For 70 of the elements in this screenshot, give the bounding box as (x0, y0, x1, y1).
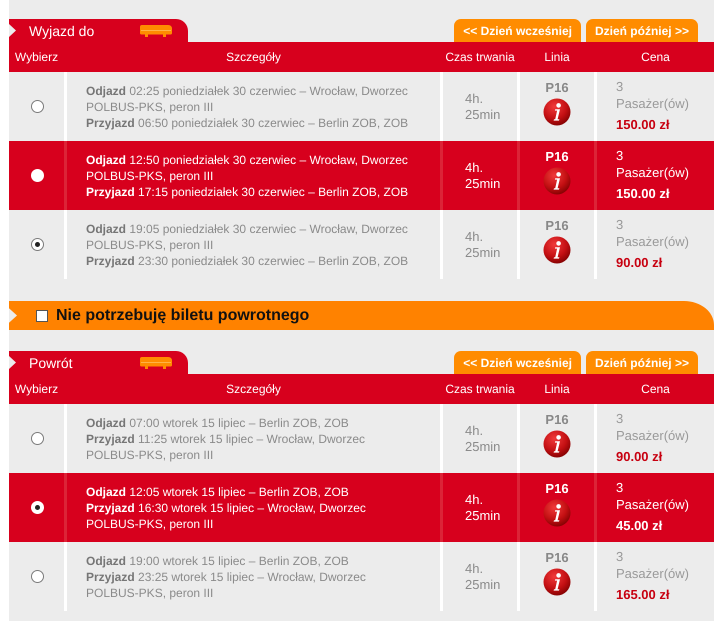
line-code: P16 (545, 412, 569, 427)
section-title: Wyjazd do (29, 22, 96, 38)
arrival-text: Przyjazd 23:30 poniedziałek 30 czerwiec – Berlin ZOB, ZOB (86, 252, 410, 268)
passenger-label: Pasażer(ów) (616, 95, 689, 112)
duration-text: 4h. 25min (465, 422, 502, 454)
duration-text: 4h. 25min (465, 228, 502, 260)
passenger-label: Pasażer(ów) (616, 565, 689, 582)
trip-row[interactable]: Odjazd 12:50 poniedziałek 30 czerwiec – Wrocław, Dworzec POLBUS-PKS, peron III Przyjazd 17:15 poniedziałek 30 czerwiec – Berlin ZOB, ZOB 4h. 25min P16 3 Pasażer(ów) 150.00 zł (9, 141, 714, 210)
bus-icon (140, 356, 172, 368)
line-code: P16 (545, 218, 569, 233)
duration-text: 4h. 25min (465, 560, 502, 592)
price-text: 90.00 zł (616, 255, 662, 270)
duration-text: 4h. 25min (465, 492, 502, 524)
duration-text: 4h. 25min (465, 160, 502, 192)
info-icon[interactable] (543, 430, 571, 458)
price-text: 150.00 zł (616, 117, 670, 132)
trip-row[interactable]: Odjazd 12:05 wtorek 15 lipiec – Berlin ZOB, ZOB Przyjazd 16:30 wtorek 15 lipiec – Wrocław, Dworzec POLBUS-PKS, peron III 4h. 25min P16 3 Pasażer(ów) 45.00 zł (9, 473, 714, 542)
price-text: 90.00 zł (616, 449, 662, 464)
departure-text: Odjazd 12:05 wtorek 15 lipiec – Berlin ZOB, ZOB (86, 484, 350, 500)
radio-button[interactable] (31, 238, 44, 251)
passenger-count: 3 (616, 147, 624, 164)
arrival-text: Przyjazd 16:30 wtorek 15 lipiec – Wrocław, Dworzec POLBUS-PKS, peron III (86, 500, 367, 532)
passenger-label: Pasażer(ów) (616, 164, 689, 181)
arrival-text: Przyjazd 06:50 poniedziałek 30 czerwiec – Berlin ZOB, ZOB (86, 114, 410, 130)
arrival-text: Przyjazd 23:25 wtorek 15 lipiec – Wrocław, Dworzec POLBUS-PKS, peron III (86, 568, 367, 600)
departure-text: Odjazd 19:00 wtorek 15 lipiec – Berlin ZOB, ZOB (86, 552, 350, 568)
checkbox[interactable] (36, 310, 48, 322)
column-header: Wybierz (14, 50, 58, 64)
line-code: P16 (545, 80, 569, 95)
column-header: Cena (641, 50, 670, 64)
column-header: Linia (544, 382, 570, 396)
info-icon[interactable] (543, 236, 571, 264)
bus-icon (140, 24, 172, 36)
checkbox-label[interactable]: Nie potrzebuję biletu powrotnego (56, 306, 310, 324)
info-icon[interactable] (543, 499, 571, 527)
passenger-label: Pasażer(ów) (616, 496, 689, 513)
departure-text: Odjazd 07:00 wtorek 15 lipiec – Berlin ZOB, ZOB (86, 414, 350, 430)
line-code: P16 (545, 550, 569, 565)
departure-text: Odjazd 19:05 poniedziałek 30 czerwiec – Wrocław, Dworzec POLBUS-PKS, peron III (86, 220, 409, 252)
column-header: Cena (641, 382, 670, 396)
column-header: Linia (544, 50, 570, 64)
info-icon[interactable] (543, 167, 571, 195)
column-header: Czas trwania (445, 50, 515, 64)
price-text: 165.00 zł (616, 587, 670, 602)
passenger-count: 3 (616, 410, 624, 427)
passenger-label: Pasażer(ów) (616, 427, 689, 444)
arrival-text: Przyjazd 11:25 wtorek 15 lipiec – Wrocław, Dworzec POLBUS-PKS, peron III (86, 430, 366, 462)
column-header: Wybierz (14, 382, 58, 396)
arrival-text: Przyjazd 17:15 poniedziałek 30 czerwiec – Berlin ZOB, ZOB (86, 184, 410, 200)
passenger-count: 3 (616, 78, 624, 95)
line-code: P16 (545, 481, 569, 496)
column-header: Czas trwania (445, 382, 515, 396)
passenger-count: 3 (616, 548, 624, 565)
radio-button[interactable] (31, 570, 44, 583)
passenger-label: Pasażer(ów) (616, 233, 689, 250)
duration-text: 4h. 25min (465, 90, 502, 122)
passenger-count: 3 (616, 479, 624, 496)
departure-text: Odjazd 12:50 poniedziałek 30 czerwiec – Wrocław, Dworzec POLBUS-PKS, peron III (86, 152, 409, 184)
price-text: 45.00 zł (616, 518, 662, 533)
passenger-count: 3 (616, 216, 624, 233)
info-icon[interactable] (543, 98, 571, 126)
section-title: Powrót (29, 354, 74, 370)
column-header: Szczegóły (226, 382, 281, 396)
line-code: P16 (545, 149, 569, 164)
radio-button[interactable] (31, 432, 44, 445)
price-text: 150.00 zł (616, 186, 670, 201)
departure-text: Odjazd 02:25 poniedziałek 30 czerwiec – Wrocław, Dworzec POLBUS-PKS, peron III (86, 82, 409, 114)
column-header: Szczegóły (226, 50, 281, 64)
radio-button[interactable] (31, 100, 44, 113)
info-icon[interactable] (543, 568, 571, 596)
